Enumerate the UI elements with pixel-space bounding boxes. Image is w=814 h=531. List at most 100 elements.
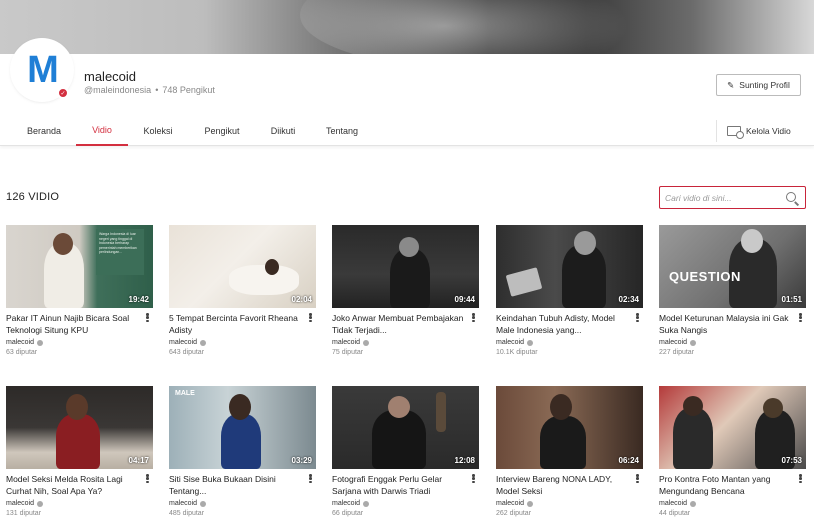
video-title[interactable]: Interview Bareng NONA LADY, Model Seksi (496, 473, 630, 497)
owner-name: malecoid (332, 500, 361, 507)
view-count: 485 diputar (169, 510, 205, 517)
more-options-icon[interactable] (472, 474, 475, 483)
more-options-icon[interactable] (309, 313, 312, 322)
video-duration: 12:08 (454, 456, 475, 465)
video-duration: 03:29 (291, 456, 312, 465)
tab-tentang[interactable]: Tentang (318, 116, 366, 146)
owner-name: malecoid (659, 339, 688, 346)
video-title[interactable]: Model Keturunan Malaysia ini Gak Suka Na… (659, 312, 793, 336)
thumbnail-logo: MALE (175, 390, 195, 397)
video-card[interactable]: 12:08 Fotografi Enggak Perlu Gelar Sarja… (332, 386, 479, 517)
more-options-icon[interactable] (472, 313, 475, 322)
more-options-icon[interactable] (636, 313, 639, 322)
video-owner[interactable]: malecoid (659, 500, 697, 507)
tab-beranda[interactable]: Beranda (18, 116, 70, 146)
tab-pengikut[interactable]: Pengikut (196, 116, 248, 146)
video-title[interactable]: Siti Sise Buka Bukaan Disini Tentang... (169, 473, 303, 497)
manage-videos-button[interactable]: Kelola Vidio (716, 120, 791, 142)
video-title[interactable]: Model Seksi Melda Rosita Lagi Curhat Nih… (6, 473, 140, 497)
video-title[interactable]: Pakar IT Ainun Najib Bicara Soal Teknolo… (6, 312, 140, 336)
video-thumbnail[interactable]: 06:24 (496, 386, 643, 469)
more-options-icon[interactable] (799, 474, 802, 483)
video-thumbnail[interactable]: 02:34 (496, 225, 643, 308)
verified-icon (363, 339, 370, 346)
video-owner[interactable]: malecoid (496, 500, 534, 507)
video-thumbnail[interactable]: 09:44 (332, 225, 479, 308)
profile-header: M ✓ malecoid @maleindonesia • 748 Pengikut… (0, 40, 814, 116)
video-owner[interactable]: malecoid (659, 339, 697, 346)
search-input[interactable] (665, 190, 780, 205)
channel-page: M ✓ malecoid @maleindonesia • 748 Pengikut… (0, 0, 814, 531)
channel-name: malecoid (84, 69, 137, 84)
video-owner[interactable]: malecoid (169, 500, 207, 507)
verified-icon (527, 339, 534, 346)
video-duration: 01:51 (781, 295, 802, 304)
channel-logo: M (27, 49, 59, 91)
owner-name: malecoid (332, 339, 361, 346)
video-title[interactable]: Pro Kontra Foto Mantan yang Mengundang B… (659, 473, 793, 497)
tab-vidio[interactable]: Vidio (76, 116, 128, 146)
tab-diikuti[interactable]: Diikuti (262, 116, 304, 146)
video-card[interactable]: 06:24 Interview Bareng NONA LADY, Model … (496, 386, 643, 517)
video-thumbnail[interactable]: 02:04 (169, 225, 316, 308)
search-icon[interactable] (786, 192, 796, 202)
video-thumbnail[interactable]: 07:53 (659, 386, 806, 469)
view-count: 227 diputar (659, 349, 695, 356)
thumbnail-caption: Warga Indonesia di luar negeri yang ting… (96, 229, 144, 275)
tab-koleksi[interactable]: Koleksi (134, 116, 182, 146)
channel-banner (0, 0, 814, 54)
view-count: 262 diputar (496, 510, 532, 517)
more-options-icon[interactable] (309, 474, 312, 483)
owner-name: malecoid (6, 500, 35, 507)
video-owner[interactable]: malecoid (332, 339, 370, 346)
video-title[interactable]: Joko Anwar Membuat Pembajakan Tidak Terj… (332, 312, 466, 336)
view-count: 66 diputar (332, 510, 364, 517)
video-card[interactable]: 02:04 5 Tempat Bercinta Favorit Rheana A… (169, 225, 316, 356)
video-card[interactable]: 04:17 Model Seksi Melda Rosita Lagi Curh… (6, 386, 153, 517)
view-count: 44 diputar (659, 510, 691, 517)
more-options-icon[interactable] (146, 313, 149, 322)
channel-meta: @maleindonesia • 748 Pengikut (84, 85, 215, 95)
more-options-icon[interactable] (636, 474, 639, 483)
video-card[interactable]: Warga Indonesia di luar negeri yang ting… (6, 225, 153, 356)
video-count: 126 VIDIO (6, 191, 60, 203)
verified-icon (200, 339, 207, 346)
channel-handle: @maleindonesia (84, 85, 152, 95)
view-count: 643 diputar (169, 349, 205, 356)
video-thumbnail[interactable]: QUESTION 01:51 (659, 225, 806, 308)
video-owner[interactable]: malecoid (6, 500, 44, 507)
video-duration: 06:24 (618, 456, 639, 465)
more-options-icon[interactable] (146, 474, 149, 483)
video-title[interactable]: Keindahan Tubuh Adisty, Model Male Indon… (496, 312, 630, 336)
video-duration: 02:04 (291, 295, 312, 304)
video-title[interactable]: Fotografi Enggak Perlu Gelar Sarjana wit… (332, 473, 466, 497)
verified-icon (200, 500, 207, 507)
video-thumbnail[interactable]: 04:17 (6, 386, 153, 469)
video-thumbnail[interactable]: MALE 03:29 (169, 386, 316, 469)
video-card[interactable]: 02:34 Keindahan Tubuh Adisty, Model Male… (496, 225, 643, 356)
video-owner[interactable]: malecoid (496, 339, 534, 346)
view-count: 63 diputar (6, 349, 38, 356)
video-owner[interactable]: malecoid (6, 339, 44, 346)
view-count: 131 diputar (6, 510, 42, 517)
video-thumbnail[interactable]: 12:08 (332, 386, 479, 469)
verified-badge-icon: ✓ (57, 87, 69, 99)
video-card[interactable]: MALE 03:29 Siti Sise Buka Bukaan Disini … (169, 386, 316, 517)
video-title[interactable]: 5 Tempat Bercinta Favorit Rheana Adisty (169, 312, 303, 336)
video-card[interactable]: 07:53 Pro Kontra Foto Mantan yang Mengun… (659, 386, 806, 517)
more-options-icon[interactable] (799, 313, 802, 322)
edit-profile-button[interactable]: ✎ Sunting Profil (716, 74, 801, 96)
video-owner[interactable]: malecoid (169, 339, 207, 346)
video-duration: 04:17 (128, 456, 149, 465)
manage-videos-label: Kelola Vidio (746, 126, 791, 136)
video-card[interactable]: QUESTION 01:51 Model Keturunan Malaysia … (659, 225, 806, 356)
owner-name: malecoid (496, 500, 525, 507)
owner-name: malecoid (169, 339, 198, 346)
edit-profile-label: Sunting Profil (739, 80, 790, 90)
video-thumbnail[interactable]: Warga Indonesia di luar negeri yang ting… (6, 225, 153, 308)
video-card[interactable]: 09:44 Joko Anwar Membuat Pembajakan Tida… (332, 225, 479, 356)
video-owner[interactable]: malecoid (332, 500, 370, 507)
follower-count[interactable]: 748 Pengikut (162, 85, 215, 95)
video-duration: 07:53 (781, 456, 802, 465)
video-duration: 09:44 (454, 295, 475, 304)
